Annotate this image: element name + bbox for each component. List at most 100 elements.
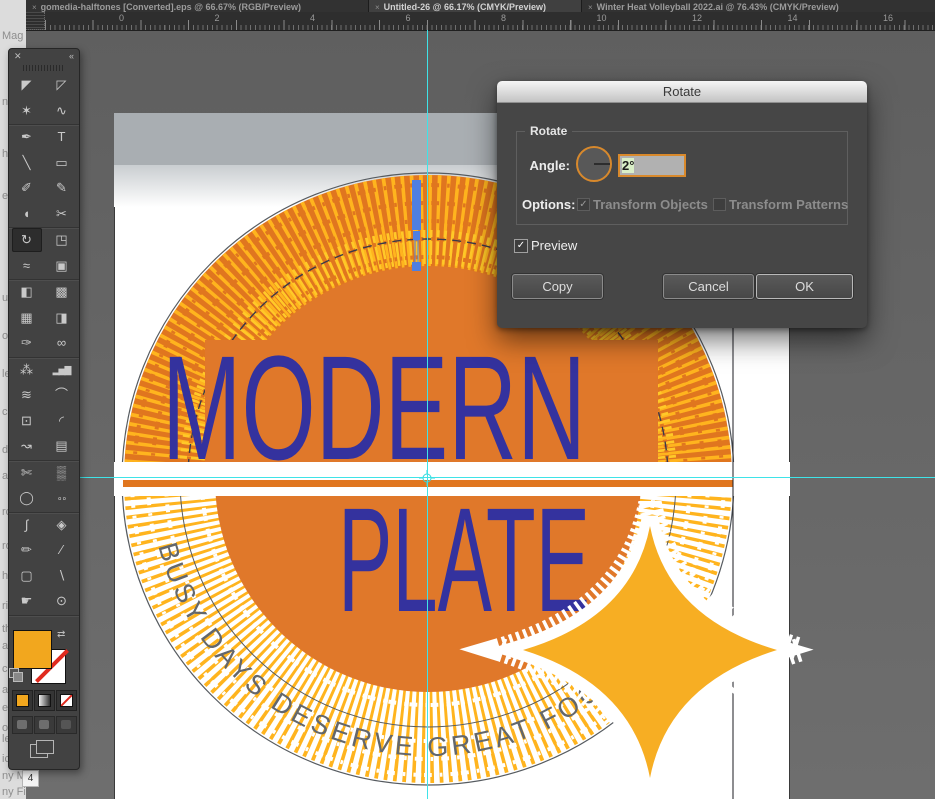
transform-patterns-checkbox[interactable] bbox=[713, 198, 726, 211]
ruler-label: 0 bbox=[119, 13, 124, 23]
warp-tool[interactable]: ≋ bbox=[12, 383, 42, 407]
tab-close-icon[interactable]: × bbox=[369, 3, 384, 12]
direct-selection-tool[interactable]: ◸ bbox=[47, 73, 77, 97]
draw-normal-button[interactable] bbox=[12, 716, 33, 734]
collapse-double-arrow-icon[interactable]: « bbox=[69, 51, 74, 61]
ok-button[interactable]: OK bbox=[756, 274, 853, 299]
raster-texture-tool[interactable]: ▒ bbox=[47, 461, 77, 485]
screen-mode-button[interactable] bbox=[30, 740, 56, 760]
zoom-tool[interactable]: ⊙ bbox=[47, 589, 77, 613]
artboard-tool[interactable]: ▢ bbox=[12, 564, 42, 588]
eraser-tool[interactable]: ◈ bbox=[47, 513, 77, 537]
ruler[interactable]: 0 2 4 6 8 10 12 14 16 bbox=[26, 12, 935, 31]
document-tab[interactable]: ×Winter Heat Volleyball 2022.ai @ 76.43%… bbox=[582, 0, 935, 12]
scissors-tool[interactable]: ✂ bbox=[47, 202, 77, 226]
fill-color-swatch[interactable] bbox=[13, 630, 52, 669]
document-tab[interactable]: ×gomedia-halftones [Converted].eps @ 66.… bbox=[26, 0, 369, 12]
ruler-label: 6 bbox=[406, 13, 411, 23]
shape-tool[interactable]: ∘∘ bbox=[47, 486, 77, 510]
line-segment-tool[interactable]: ╲ bbox=[12, 151, 42, 175]
scale-tool[interactable]: ◳ bbox=[47, 228, 77, 252]
angle-input[interactable]: 2° bbox=[618, 154, 686, 177]
ruler-label: 16 bbox=[883, 13, 893, 23]
ruler-label: 10 bbox=[597, 13, 607, 23]
gradient-tool[interactable]: ◨ bbox=[47, 306, 77, 330]
tab-label: Untitled-26 @ 66.17% (CMYK/Preview) bbox=[384, 2, 546, 12]
lasso-tool[interactable]: ∿ bbox=[47, 99, 77, 123]
hand-tool[interactable]: ☛ bbox=[12, 589, 42, 613]
swap-fill-stroke-icon[interactable]: ⇄ bbox=[57, 629, 65, 640]
ruler-label: 4 bbox=[310, 13, 315, 23]
color-mode-button[interactable] bbox=[12, 690, 33, 711]
rotate-dialog: Rotate Rotate Angle: 2° Options: ✓ Trans… bbox=[497, 81, 867, 328]
dialog-title[interactable]: Rotate bbox=[497, 81, 867, 103]
panel-grip[interactable] bbox=[23, 65, 65, 71]
draw-inside-button[interactable] bbox=[56, 716, 77, 734]
draw-behind-button[interactable] bbox=[34, 716, 55, 734]
vertical-guide[interactable] bbox=[427, 30, 428, 799]
horizontal-guide[interactable] bbox=[26, 477, 935, 478]
rectangle-tool[interactable]: ▭ bbox=[47, 151, 77, 175]
ruler-label: 8 bbox=[501, 13, 506, 23]
free-transform-tool[interactable]: ▣ bbox=[47, 254, 77, 278]
perspective-grid-tool[interactable]: ▩ bbox=[47, 280, 77, 304]
selection-tool[interactable]: ◤ bbox=[12, 73, 42, 97]
pencil-tool[interactable]: ✎ bbox=[47, 176, 77, 200]
nib-pen-tool[interactable]: ∕ bbox=[47, 538, 77, 562]
default-fill-stroke-icon[interactable] bbox=[9, 668, 23, 681]
symbol-sprayer-tool[interactable]: ⁂ bbox=[12, 358, 42, 382]
group-label: Rotate bbox=[525, 124, 572, 138]
slice-tool[interactable]: ∖ bbox=[47, 564, 77, 588]
knife-tool[interactable]: ✄ bbox=[12, 461, 42, 485]
transform-objects-label: Transform Objects bbox=[593, 197, 708, 212]
options-label: Options: bbox=[522, 197, 575, 212]
gradient-mode-button[interactable] bbox=[34, 690, 55, 711]
dial-needle-icon bbox=[594, 163, 610, 165]
curvature-tool[interactable]: ⌒ bbox=[47, 383, 77, 407]
background-text-fragment: ny Fi bbox=[2, 786, 26, 798]
tool-grid: ◤◸✶∿✒T╲▭✐✎◖✂↻◳≈▣◧▩▦◨✑∞⁂▂▅▇≋⌒⊡◜↝▤✄▒◯∘∘∫◈✏… bbox=[9, 73, 79, 616]
puppet-warp-tool[interactable]: ⊡ bbox=[12, 409, 42, 433]
ellipse-tool[interactable]: ◯ bbox=[12, 486, 42, 510]
background-text-fragment: Mag bbox=[2, 30, 23, 42]
transform-objects-checkbox[interactable]: ✓ bbox=[577, 198, 590, 211]
tab-label: Winter Heat Volleyball 2022.ai @ 76.43% … bbox=[597, 2, 839, 12]
angle-dial[interactable] bbox=[576, 146, 612, 182]
tab-close-icon[interactable]: × bbox=[26, 3, 41, 12]
preview-checkbox[interactable]: ✓ bbox=[514, 239, 528, 253]
blob-brush-tool[interactable]: ◖ bbox=[12, 202, 42, 226]
document-tab[interactable]: ×Untitled-26 @ 66.17% (CMYK/Preview) bbox=[369, 0, 582, 12]
blend-tool[interactable]: ∞ bbox=[47, 331, 77, 355]
ruler-label: 14 bbox=[788, 13, 798, 23]
tab-label: gomedia-halftones [Converted].eps @ 66.6… bbox=[41, 2, 301, 12]
none-mode-button[interactable] bbox=[56, 690, 77, 711]
magic-wand-tool[interactable]: ✶ bbox=[12, 99, 42, 123]
copy-button[interactable]: Copy bbox=[512, 274, 603, 299]
tab-close-icon[interactable]: × bbox=[582, 3, 597, 12]
background-page-number: 4 bbox=[22, 770, 39, 787]
type-tool[interactable]: T bbox=[47, 125, 77, 149]
ruler-origin-box[interactable] bbox=[26, 12, 45, 30]
live-paint-bucket-tool[interactable]: ◧ bbox=[12, 280, 42, 304]
reshape-tool[interactable]: ↝ bbox=[12, 434, 42, 458]
paintbrush-tool[interactable]: ✐ bbox=[12, 176, 42, 200]
ruler-label: 12 bbox=[692, 13, 702, 23]
pen-tool[interactable]: ✒ bbox=[12, 125, 42, 149]
eyedropper-tool[interactable]: ✑ bbox=[12, 331, 42, 355]
preview-label: Preview bbox=[531, 238, 577, 253]
angle-label: Angle: bbox=[515, 158, 570, 173]
measure-tool[interactable]: ▤ bbox=[47, 434, 77, 458]
tools-panel-header[interactable]: ✕ « bbox=[9, 49, 79, 65]
rotate-tool[interactable]: ↻ bbox=[12, 228, 42, 252]
symbol-tool[interactable]: ✏ bbox=[12, 538, 42, 562]
arc-tool[interactable]: ◜ bbox=[47, 409, 77, 433]
mesh-tool[interactable]: ▦ bbox=[12, 306, 42, 330]
column-graph-tool[interactable]: ▂▅▇ bbox=[47, 358, 77, 382]
ruler-label: 2 bbox=[215, 13, 220, 23]
width-tool[interactable]: ≈ bbox=[12, 254, 42, 278]
tab-strip: ×gomedia-halftones [Converted].eps @ 66.… bbox=[26, 0, 935, 12]
cancel-button[interactable]: Cancel bbox=[663, 274, 754, 299]
transform-patterns-label: Transform Patterns bbox=[729, 197, 848, 212]
close-icon[interactable]: ✕ bbox=[14, 51, 22, 62]
pencil-squiggle-tool[interactable]: ∫ bbox=[12, 513, 42, 537]
